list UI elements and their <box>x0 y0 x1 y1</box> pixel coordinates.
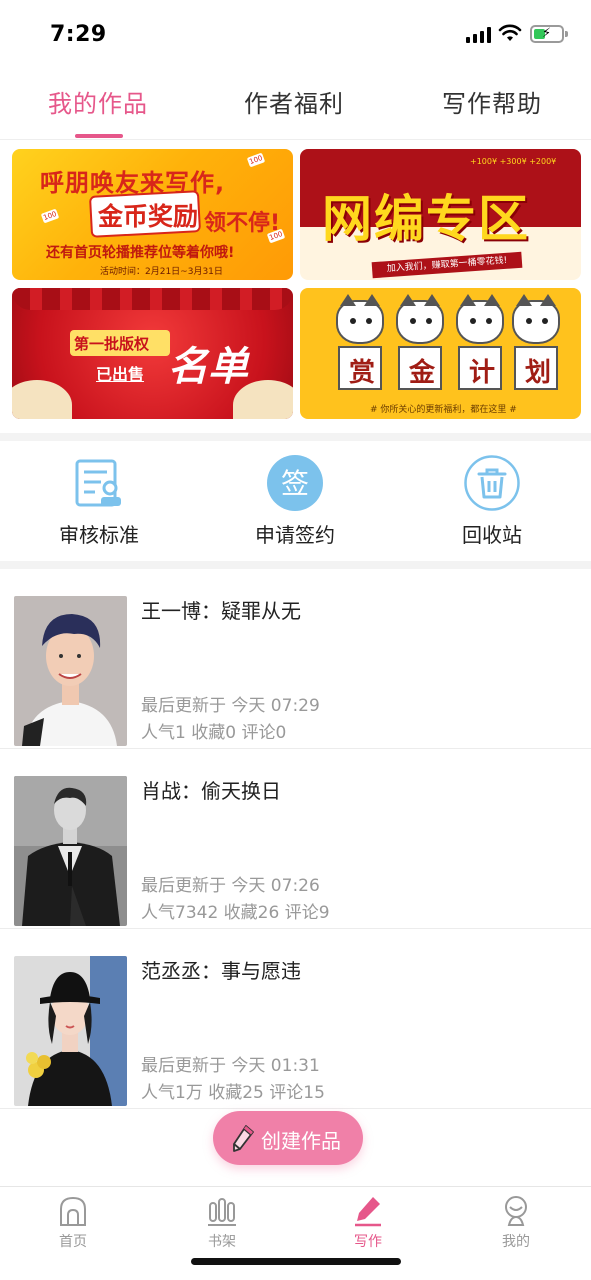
tab-writing-help[interactable]: 写作帮助 <box>442 84 542 119</box>
apply-contract-button[interactable]: 签 申请签约 <box>220 441 370 561</box>
bookshelf-icon <box>208 1198 236 1226</box>
banner-date: 活动时间：2月21日~3月31日 <box>100 267 223 277</box>
work-cover-image <box>14 596 127 746</box>
sign-contract-icon: 签 <box>267 455 323 511</box>
work-stats: 人气1 收藏0 评论0 <box>141 723 287 743</box>
tab-author-benefits[interactable]: 作者福利 <box>244 84 344 119</box>
battery-icon: ⚡ <box>530 25 568 43</box>
cat-illustration <box>336 294 384 344</box>
write-icon <box>355 1197 381 1227</box>
home-indicator <box>191 1258 401 1265</box>
nav-profile[interactable]: 我的 <box>466 1193 566 1253</box>
banner-coin-reward: 金币奖励 <box>98 202 199 231</box>
review-standard-icon <box>75 459 121 507</box>
review-standard-button[interactable]: 审核标准 <box>24 441 174 561</box>
work-cover-image <box>14 956 127 1106</box>
status-time: 7:29 <box>50 22 107 47</box>
work-stats: 人气7342 收藏26 评论9 <box>141 903 330 923</box>
banner-bounty-plan[interactable]: 赏 金 计 划 # 你所关心的更新福利，都在这里 # <box>300 288 581 419</box>
banner-subline: 还有首页轮播推荐位等着你哦! <box>46 245 235 261</box>
home-icon <box>60 1196 86 1226</box>
trash-icon <box>464 455 520 511</box>
cellular-signal-icon <box>466 27 492 43</box>
nav-home[interactable]: 首页 <box>23 1193 123 1253</box>
work-updated-time: 最后更新于 今天 07:26 <box>141 876 320 896</box>
banner-grid: 100 100 100 呼朋唤友来写作, 金币奖励 领不停! 还有首页轮播推荐位… <box>0 141 591 433</box>
bottom-nav: 首页 书架 写作 我的 <box>0 1186 591 1280</box>
work-title: 肖战：偷天换日 <box>141 779 281 803</box>
tab-active-indicator <box>75 134 123 138</box>
work-cover-image <box>14 776 127 926</box>
work-list-item[interactable]: 肖战：偷天换日 最后更新于 今天 07:26 人气7342 收藏26 评论9 <box>0 749 591 929</box>
work-list-item[interactable]: 范丞丞：事与愿违 最后更新于 今天 01:31 人气1万 收藏25 评论15 <box>0 929 591 1109</box>
recycle-bin-button[interactable]: 回收站 <box>417 441 567 561</box>
banner-subline: 加入我们，赚取第一桶零花钱! <box>371 251 523 279</box>
quick-actions: 审核标准 签 申请签约 回收站 <box>0 441 591 561</box>
profile-icon <box>505 1196 527 1226</box>
create-work-button[interactable]: 创建作品 <box>213 1111 363 1165</box>
work-title: 范丞丞：事与愿违 <box>141 959 301 983</box>
banner-copyright-sold[interactable]: 第一批版权 已出售 名单 <box>12 288 293 419</box>
work-stats: 人气1万 收藏25 评论15 <box>141 1083 325 1103</box>
cat-illustration <box>396 294 444 344</box>
svg-text:签: 签 <box>281 467 309 500</box>
banner-title: 网编专区 <box>322 190 530 248</box>
tab-my-works[interactable]: 我的作品 <box>48 84 148 119</box>
work-title: 王一博：疑罪从无 <box>141 599 301 623</box>
section-divider <box>0 561 591 569</box>
wifi-icon <box>498 24 522 41</box>
section-divider <box>0 433 591 441</box>
app-screen: 7:29 ⚡ 我的作品 作者福利 写作帮助 100 100 100 呼朋唤友来写… <box>0 0 591 1280</box>
work-updated-time: 最后更新于 今天 01:31 <box>141 1056 320 1076</box>
banner-title: 名单 <box>168 344 248 390</box>
banner-invite-friends[interactable]: 100 100 100 呼朋唤友来写作, 金币奖励 领不停! 还有首页轮播推荐位… <box>12 149 293 280</box>
pencil-icon <box>233 1125 254 1152</box>
banner-editor-zone[interactable]: +100¥ +300¥ +200¥ 网编专区 加入我们，赚取第一桶零花钱! <box>300 149 581 280</box>
nav-write[interactable]: 写作 <box>318 1193 418 1253</box>
status-bar: 7:29 ⚡ <box>0 0 591 70</box>
work-updated-time: 最后更新于 今天 07:29 <box>141 696 320 716</box>
work-list-item[interactable]: 王一博：疑罪从无 最后更新于 今天 07:29 人气1 收藏0 评论0 <box>0 569 591 749</box>
top-tab-bar: 我的作品 作者福利 写作帮助 <box>0 70 591 140</box>
cat-illustration <box>456 294 504 344</box>
cat-illustration <box>512 294 560 344</box>
nav-bookshelf[interactable]: 书架 <box>172 1193 272 1253</box>
